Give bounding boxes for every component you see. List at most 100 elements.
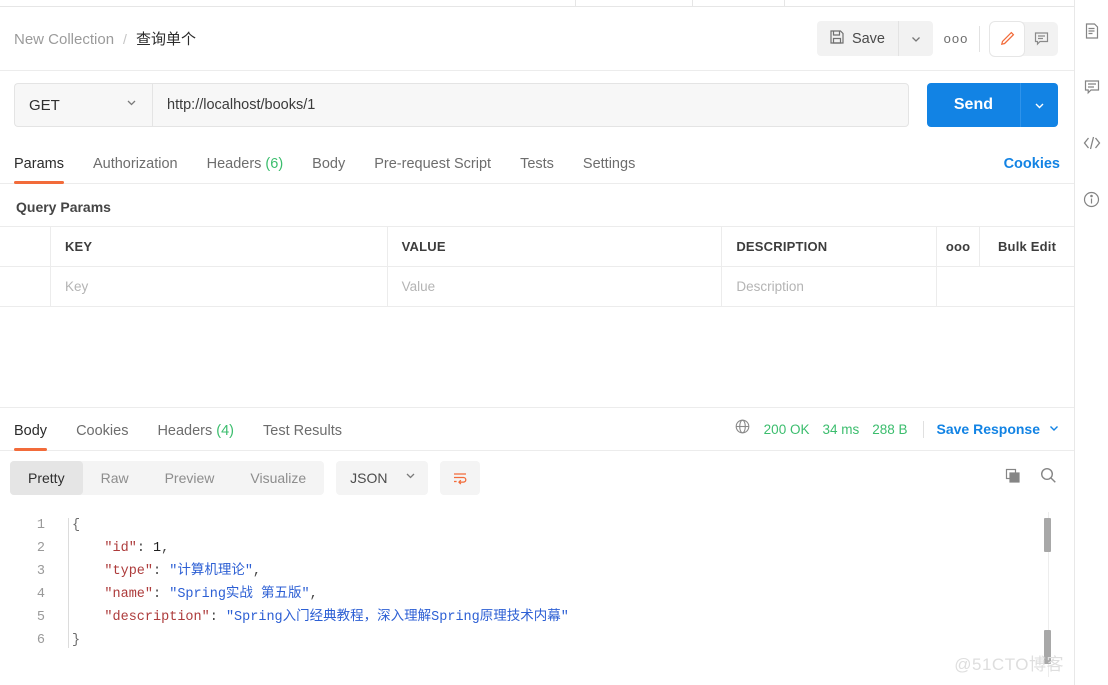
tab-pre-request-script[interactable]: Pre-request Script: [374, 156, 491, 183]
view-raw[interactable]: Raw: [83, 461, 147, 495]
code-icon[interactable]: [1079, 130, 1105, 156]
breadcrumb-separator: /: [123, 31, 127, 47]
response-tab-cookies[interactable]: Cookies: [76, 423, 128, 450]
copy-icon[interactable]: [1004, 467, 1022, 490]
view-visualize[interactable]: Visualize: [232, 461, 324, 495]
save-options-caret[interactable]: [899, 21, 933, 56]
comment-icon[interactable]: [1024, 22, 1058, 56]
info-icon[interactable]: [1079, 186, 1105, 212]
postman-window: New Collection / 查询单个 Save ooo GET http:…: [0, 0, 1108, 685]
header-divider: [979, 25, 980, 52]
code-fold-line: [68, 518, 69, 648]
breadcrumb-collection[interactable]: New Collection: [14, 31, 114, 48]
line-number: 6: [36, 633, 45, 648]
http-method-label: GET: [29, 96, 60, 114]
code-token: "id": [104, 541, 137, 556]
tab-tests[interactable]: Tests: [520, 156, 554, 183]
code-lines: { "id": 1, "type": "计算机理论", "name": "Spr…: [72, 514, 1034, 652]
url-input[interactable]: http://localhost/books/1: [152, 83, 909, 127]
tab-authorization-label: Authorization: [92, 156, 178, 172]
code-token: "Spring实战 第五版": [169, 587, 310, 602]
code-line: }: [72, 629, 1034, 652]
http-method-select[interactable]: GET: [14, 83, 152, 127]
code-line: "type": "计算机理论",: [72, 560, 1034, 583]
floppy-disk-icon: [829, 29, 845, 49]
row-checkbox-cell[interactable]: [0, 267, 51, 306]
query-params-title: Query Params: [16, 199, 111, 215]
tab-headers[interactable]: Headers (6): [207, 156, 284, 183]
response-body-code[interactable]: 1 2 3 4 5 6 { "id": 1, "type": "计算机理论", …: [0, 504, 1074, 664]
body-view-toggle: Pretty Raw Preview Visualize: [10, 461, 325, 495]
code-line: {: [72, 514, 1034, 537]
view-preview[interactable]: Preview: [147, 461, 233, 495]
tab-params[interactable]: Params: [14, 156, 64, 184]
response-tab-test-results[interactable]: Test Results: [263, 423, 342, 450]
save-response-button[interactable]: Save Response: [937, 421, 1061, 437]
request-response-pane: New Collection / 查询单个 Save ooo GET http:…: [0, 0, 1075, 685]
line-number: 3: [36, 564, 45, 579]
view-toggle-group: [990, 21, 1058, 56]
url-bar: GET http://localhost/books/1 Send: [0, 71, 1074, 141]
send-button[interactable]: Send: [927, 83, 1020, 127]
tab-body-label: Body: [312, 156, 346, 172]
tab-headers-count: (6): [265, 156, 284, 172]
response-tab-body[interactable]: Body: [14, 423, 48, 451]
tab-settings[interactable]: Settings: [583, 156, 635, 183]
key-input[interactable]: Key: [51, 267, 388, 306]
code-token: ,: [309, 587, 318, 602]
save-button[interactable]: Save: [817, 21, 899, 56]
code-token: :: [153, 564, 170, 579]
code-line: "id": 1,: [72, 537, 1034, 560]
tab-authorization[interactable]: Authorization: [93, 156, 178, 183]
column-description: DESCRIPTION: [722, 227, 938, 266]
code-token: ,: [252, 564, 262, 579]
line-number: 2: [36, 541, 45, 556]
row-more-cell: [937, 267, 980, 306]
response-body-toolbar: Pretty Raw Preview Visualize JSON: [0, 451, 1074, 504]
tab-settings-label: Settings: [582, 156, 636, 172]
response-size: 288 B: [872, 421, 908, 437]
documentation-icon[interactable]: [1079, 18, 1105, 44]
description-input[interactable]: Description: [722, 267, 938, 306]
view-pretty[interactable]: Pretty: [10, 461, 83, 495]
column-value: VALUE: [388, 227, 723, 266]
breadcrumb-request-name[interactable]: 查询单个: [136, 28, 196, 49]
response-tabs: Body Cookies Headers (4) Test Results 200…: [0, 408, 1074, 451]
code-token: "description": [104, 610, 210, 625]
pencil-icon[interactable]: [990, 21, 1024, 56]
tab-divider: [692, 0, 693, 7]
line-number: 5: [36, 610, 45, 625]
line-number-gutter: 1 2 3 4 5 6: [0, 514, 58, 652]
table-more-button[interactable]: ooo: [937, 227, 981, 266]
tab-body[interactable]: Body: [312, 156, 345, 183]
response-scrollbar[interactable]: [1044, 512, 1053, 677]
response-tab-headers[interactable]: Headers (4): [157, 423, 234, 450]
more-actions-button[interactable]: ooo: [939, 22, 973, 56]
word-wrap-icon[interactable]: [439, 461, 480, 495]
value-input[interactable]: Value: [388, 267, 723, 306]
chevron-down-icon: [125, 96, 138, 114]
response-tab-body-label: Body: [14, 423, 48, 439]
code-line: "description": "Spring入门经典教程，深入理解Spring原…: [72, 606, 1034, 629]
format-select[interactable]: JSON: [336, 461, 428, 495]
tab-pre-request-script-label: Pre-request Script: [374, 156, 492, 172]
comment-icon[interactable]: [1079, 74, 1105, 100]
code-token: :: [136, 541, 154, 556]
search-icon[interactable]: [1039, 466, 1058, 490]
scrollbar-thumb[interactable]: [1044, 630, 1051, 664]
table-body: Key Value Description: [0, 267, 1074, 307]
line-number: 1: [36, 518, 45, 533]
header-actions: Save ooo: [816, 21, 1058, 56]
tab-divider: [784, 0, 785, 7]
tab-headers-label: Headers: [206, 156, 262, 172]
status-divider: [922, 420, 924, 438]
bulk-edit-button[interactable]: Bulk Edit: [980, 227, 1074, 266]
scrollbar-thumb[interactable]: [1044, 518, 1051, 552]
cookies-link[interactable]: Cookies: [1004, 156, 1060, 183]
globe-icon: [734, 418, 751, 440]
code-token: "Spring入门经典教程，深入理解Spring原理技术内幕": [225, 610, 569, 625]
code-token: 1: [153, 541, 162, 556]
chevron-down-icon: [1048, 421, 1060, 437]
chevron-down-icon: [404, 469, 417, 487]
send-options-caret[interactable]: [1020, 83, 1058, 127]
